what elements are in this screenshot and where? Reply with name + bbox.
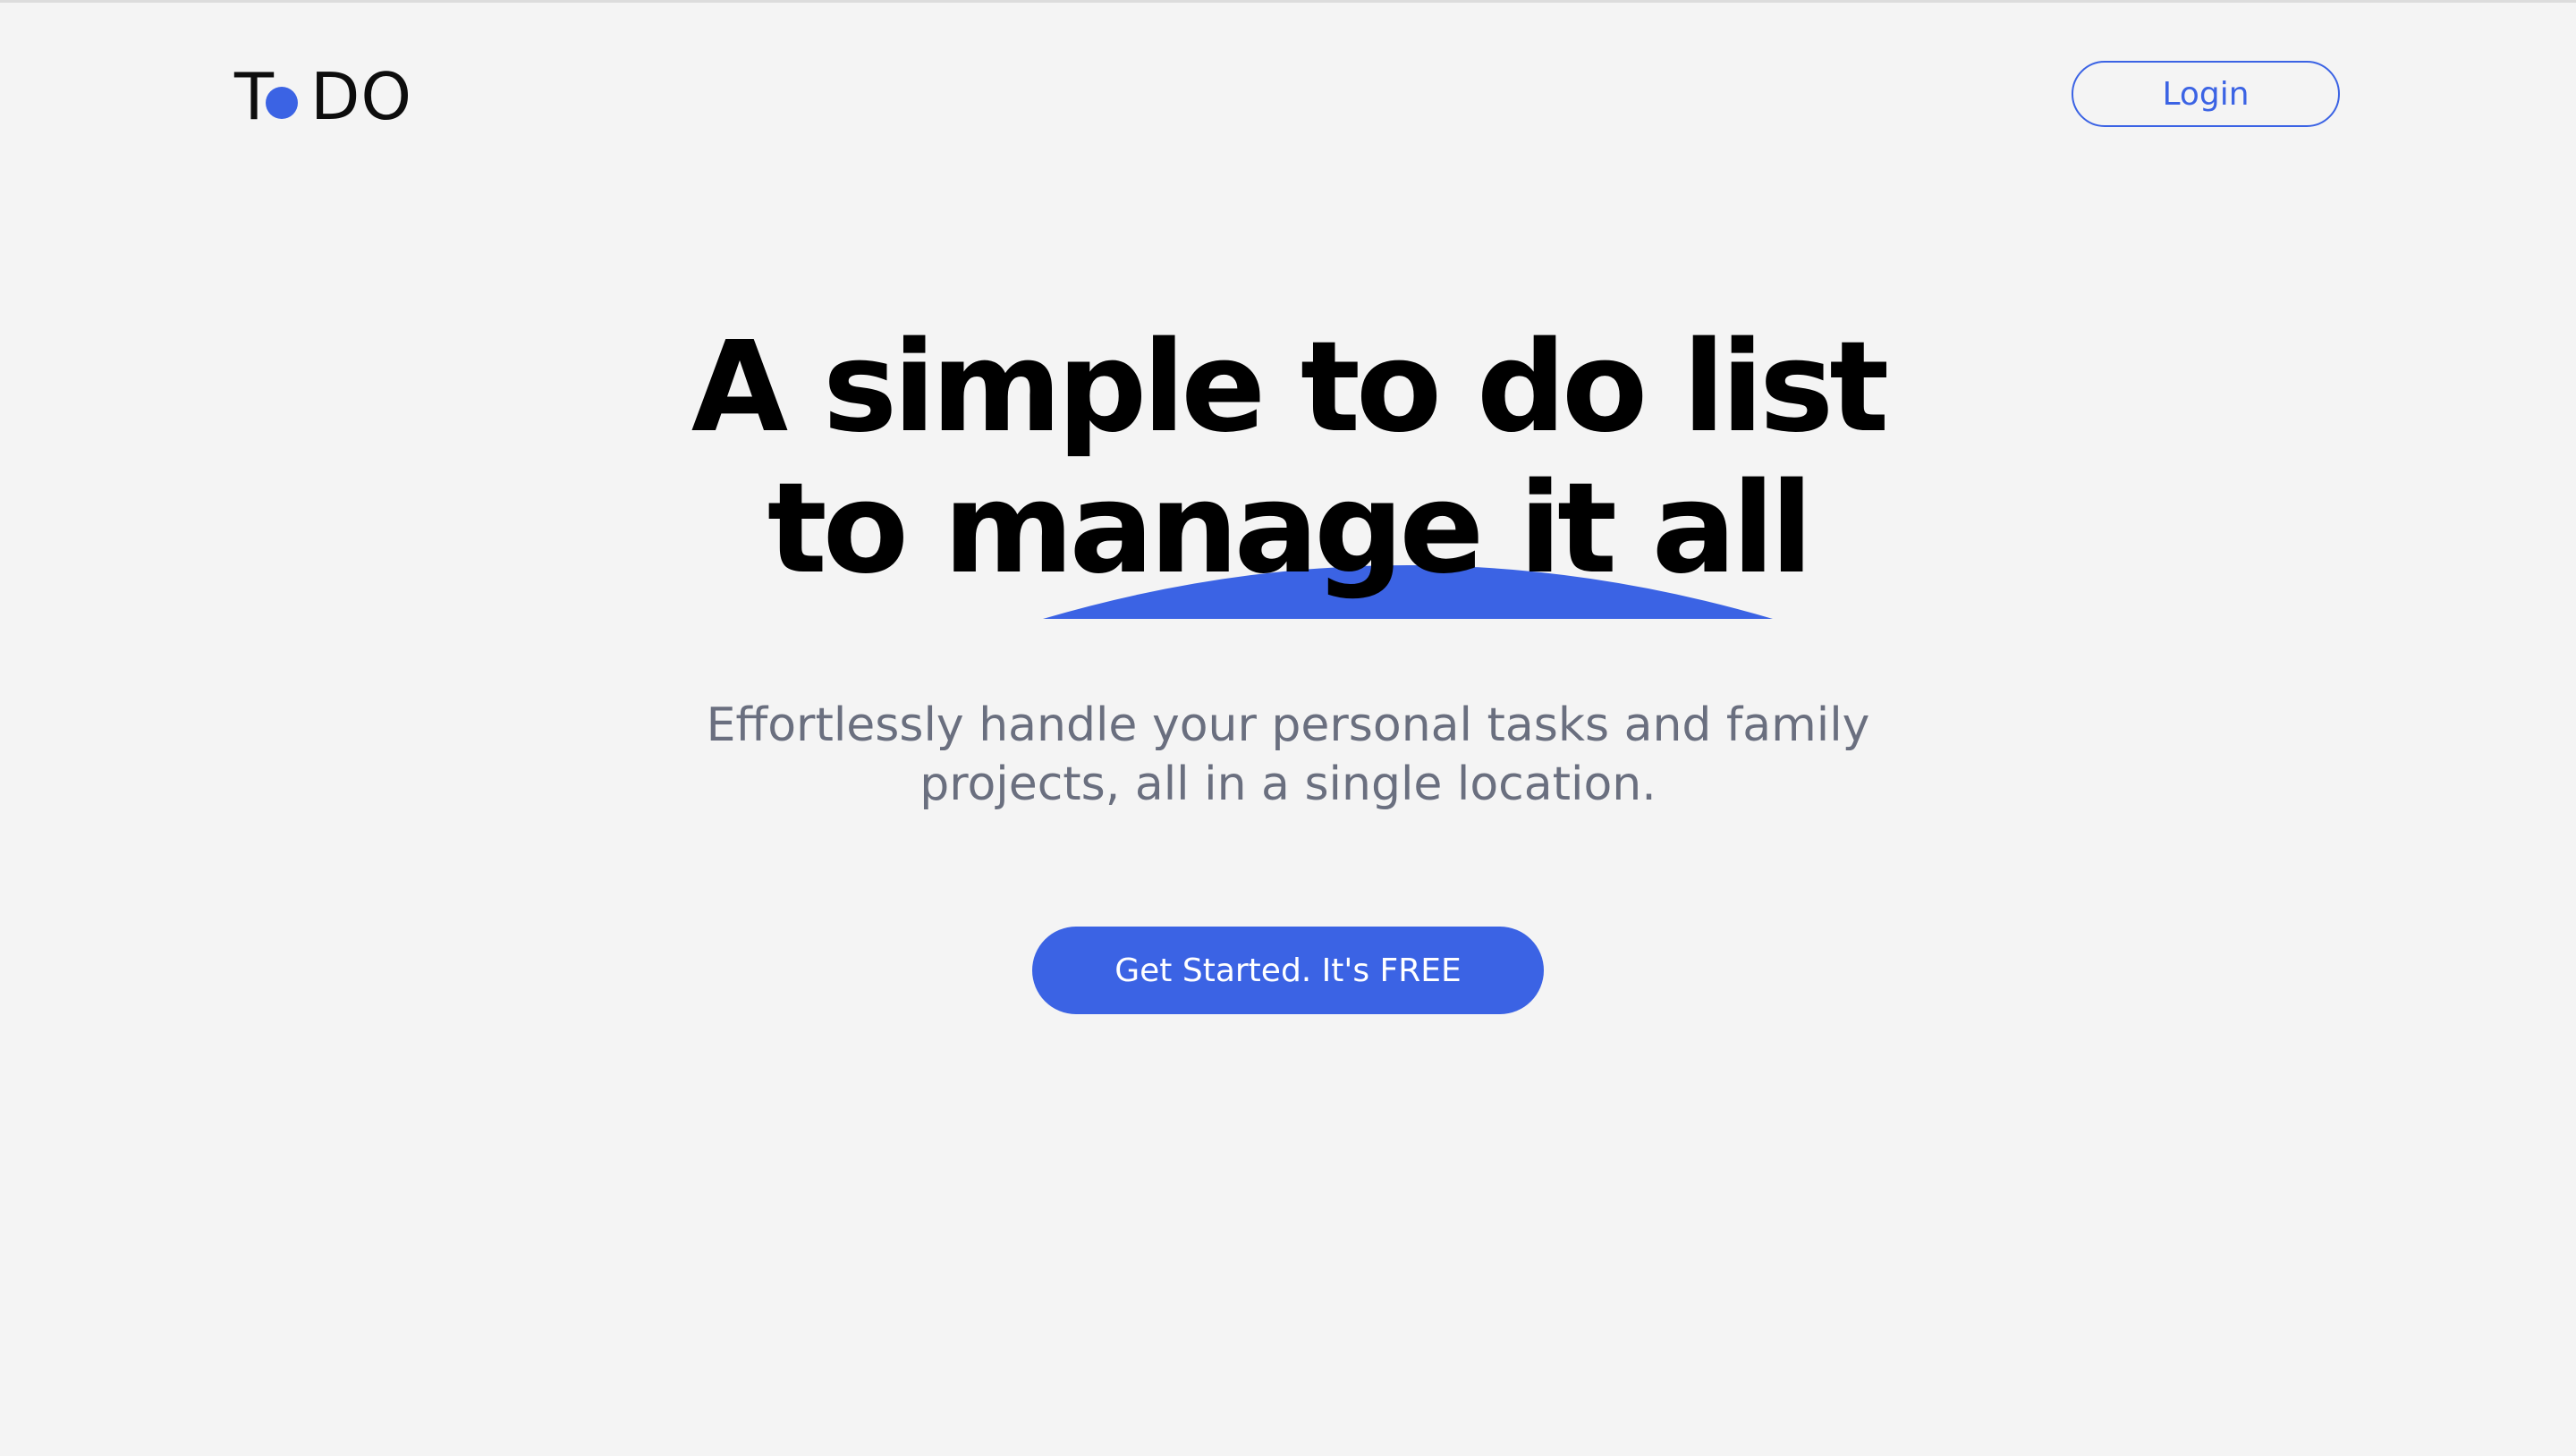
headline-line-2: to manage it all [767,456,1813,602]
subtitle-line-2: projects, all in a single location. [919,758,1657,811]
logo-dot-icon [265,87,298,119]
subtitle-line-1: Effortlessly handle your personal tasks … [706,698,1870,752]
hero-subtitle: Effortlessly handle your personal tasks … [0,696,2576,814]
get-started-button[interactable]: Get Started. It's FREE [1032,927,1544,1014]
login-button[interactable]: Login [2072,61,2340,127]
todo-logo[interactable]: T DO [234,59,413,134]
hero-headline: A simple to do list to manage it all [662,317,1914,600]
logo-letters-do: DO [309,59,413,134]
headline-line-1: A simple to do list [691,315,1889,461]
hero-section: A simple to do list to manage it all [0,317,2576,600]
top-border [0,0,2576,3]
